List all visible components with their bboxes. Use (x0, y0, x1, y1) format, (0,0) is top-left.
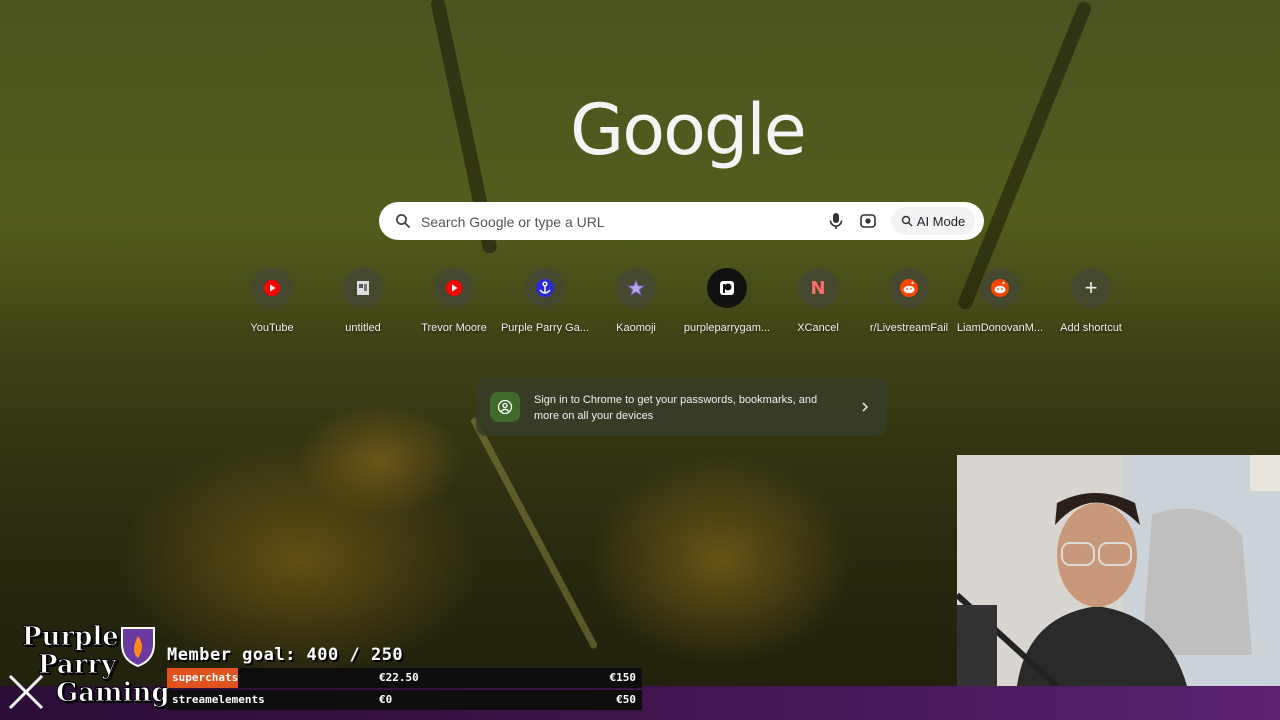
microphone-icon[interactable] (826, 211, 846, 231)
google-logo: Google (570, 89, 807, 171)
goal-target: €150 (609, 671, 637, 684)
signin-text: Sign in to Chrome to get your passwords,… (534, 394, 818, 422)
ai-search-icon (901, 215, 913, 227)
goal-superchats: superchats €22.50 €150 (167, 668, 642, 688)
patreon-icon (707, 268, 747, 308)
webcam-overlay (957, 455, 1280, 686)
star-icon (616, 268, 656, 308)
shield-flame-icon (121, 627, 155, 668)
shortcut-livestreamfail[interactable]: r/LivestreamFail (864, 268, 954, 338)
shortcut-liamdonovan[interactable]: LiamDonovanM... (955, 268, 1045, 338)
search-icon (396, 214, 411, 229)
add-shortcut-button[interactable]: + Add shortcut (1046, 268, 1136, 338)
shortcut-label: LiamDonovanM... (956, 322, 1044, 334)
shortcut-label: untitled (345, 322, 381, 334)
shortcut-label: Purple Parry Ga... (500, 322, 590, 334)
chrome-signin-card[interactable]: Sign in to Chrome to get your passwords,… (476, 378, 887, 436)
shortcut-xcancel[interactable]: N XCancel (773, 268, 863, 338)
goal-label: streamelements (172, 693, 265, 706)
goal-target: €50 (616, 693, 636, 706)
youtube-icon (252, 268, 292, 308)
shortcut-label: Trevor Moore (421, 322, 487, 334)
goal-label: superchats (172, 671, 239, 684)
streamer-webcam-image (957, 455, 1280, 686)
goal-current: €0 (379, 693, 393, 706)
shortcut-label: r/LivestreamFail (869, 322, 949, 334)
ai-mode-button[interactable]: AI Mode (891, 207, 975, 235)
brand-line-3: Gaming (56, 678, 171, 708)
channel-brand-logo: Purple Parry Gaming (6, 620, 170, 714)
chevron-right-icon (862, 402, 869, 412)
reddit-icon (980, 268, 1020, 308)
document-icon (343, 268, 383, 308)
member-goal-title: Member goal: 400 / 250 (167, 645, 404, 665)
shortcut-purpleparrygaming[interactable]: purpleparrygam... (682, 268, 772, 338)
shortcut-kaomoji[interactable]: Kaomoji (591, 268, 681, 338)
shortcut-youtube[interactable]: YouTube (227, 268, 317, 338)
shortcut-label: XCancel (797, 322, 839, 334)
reddit-icon (889, 268, 929, 308)
shortcut-untitled[interactable]: untitled (318, 268, 408, 338)
shortcut-label: Kaomoji (616, 322, 656, 334)
plus-icon: + (1071, 268, 1111, 308)
ai-mode-label: AI Mode (916, 213, 966, 229)
search-input[interactable] (419, 202, 813, 242)
goal-streamelements: streamelements €0 €50 (167, 690, 642, 710)
shortcut-label: purpleparrygam... (683, 322, 771, 334)
nitter-icon: N (798, 268, 838, 308)
account-icon (490, 392, 520, 422)
shortcut-trevor-moore[interactable]: Trevor Moore (409, 268, 499, 338)
lens-camera-icon[interactable] (858, 211, 878, 231)
shortcut-label: YouTube (250, 322, 294, 334)
shortcut-purple-parry[interactable]: Purple Parry Ga... (500, 268, 590, 338)
shortcut-label: Add shortcut (1060, 322, 1122, 334)
shortcuts-grid: YouTube untitled Trevor Moore Purple Par… (227, 268, 1137, 338)
goal-current: €22.50 (379, 671, 419, 684)
brand-line-1: Purple (22, 622, 120, 652)
anchor-icon (525, 268, 565, 308)
youtube-icon (434, 268, 474, 308)
brand-line-2: Parry (37, 650, 117, 680)
